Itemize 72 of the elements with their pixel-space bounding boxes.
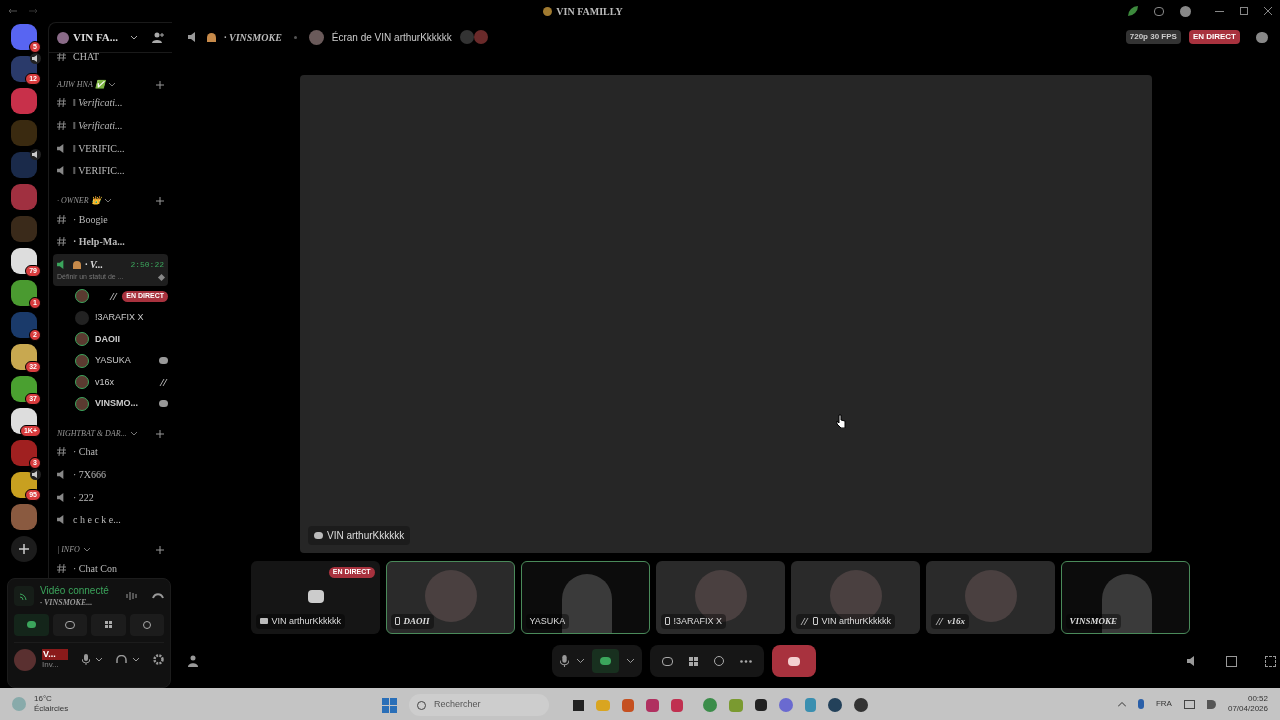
elapsed-time: 2:50:22 — [130, 258, 164, 271]
user-status: Inv... — [42, 660, 60, 671]
channel-name: · Boogie — [73, 212, 108, 227]
voice-user[interactable]: VINSMO... — [53, 393, 168, 415]
language-indicator[interactable]: FRA — [1155, 698, 1172, 710]
participant-tile[interactable]: VINSMOKE — [1060, 561, 1190, 634]
streamer-name: VIN arthurKkkkkk — [327, 529, 405, 543]
channel-name: · Chat — [73, 445, 98, 460]
channel-name: · Help-Ma... — [73, 235, 125, 250]
channel-item[interactable]: · Chat Con — [53, 557, 168, 580]
temperature: 16°C — [34, 694, 53, 704]
participant-name: VIN arthurKkkkkk — [821, 614, 892, 628]
category-header[interactable]: NIGHTBAT & DAR... — [57, 427, 127, 440]
window-title: VIN FAMILLY — [556, 4, 623, 19]
stream-view[interactable]: VIN arthurKkkkkk — [300, 75, 1152, 553]
participant-tile[interactable]: DAOII — [385, 561, 515, 634]
channel-item[interactable]: c h e c k e... — [53, 508, 168, 532]
channel-item[interactable]: · Help-Ma... — [53, 230, 168, 254]
channel-name: · Chat Con — [73, 561, 117, 576]
channel-name: ‖ Verificati... — [73, 96, 123, 111]
channel-name: ‖ VERIFIC... — [73, 141, 125, 156]
voice-user[interactable]: v16x — [53, 371, 168, 394]
channel-item[interactable]: CHAT — [53, 53, 168, 68]
participant-name: YASUKA — [529, 614, 566, 628]
channel-item[interactable]: · 7X666 — [53, 463, 168, 486]
channel-name: ‖ Verificati... — [73, 119, 123, 133]
participant-name: DAOII — [403, 614, 430, 628]
participant-name: VINSMOKE — [1069, 614, 1118, 628]
voice-user[interactable]: !3ARAFIX X — [53, 307, 168, 329]
participant-tile[interactable]: VIN arthurKkkkkk — [790, 561, 920, 634]
channel-item[interactable]: · 222 — [53, 485, 168, 509]
category-header[interactable]: · OWNER 👑 — [57, 194, 101, 207]
voice-user[interactable]: DAOII — [53, 328, 168, 351]
participant-name: v16x — [947, 614, 965, 628]
channel-name: · 222 — [73, 490, 94, 505]
channel-item[interactable]: ‖ Verificati... — [53, 91, 168, 115]
clock-date[interactable]: 07/04/2026 — [1227, 704, 1268, 714]
voice-user[interactable]: YASUKA — [53, 350, 168, 372]
channel-name: · V... — [85, 258, 103, 273]
user-name: V... — [42, 648, 68, 661]
channel-name: CHAT — [73, 53, 100, 64]
channel-item[interactable]: ‖ VERIFIC... — [53, 159, 168, 182]
user-name: DAOII — [95, 332, 120, 346]
category-header[interactable]: AJIW HNA ✅ — [57, 78, 105, 91]
search-field[interactable]: Rechercher — [409, 694, 549, 716]
weather-condition: Éclaircies — [34, 704, 69, 714]
channel-item[interactable]: ‖ VERIFIC... — [53, 136, 168, 160]
stream-title: Écran de VIN arthurKkkkkk — [331, 30, 452, 45]
channel-item[interactable]: · Boogie — [53, 207, 168, 231]
user-name: YASUKA — [95, 354, 131, 368]
user-name: VINSMO... — [95, 397, 138, 411]
live-badge: EN DIRECT — [1188, 30, 1240, 44]
channel-name: · 7X666 — [73, 468, 107, 483]
voice-channel-name[interactable]: · VINSMOKE... — [40, 597, 109, 608]
clock-time[interactable]: 00:52 — [1247, 694, 1268, 704]
quality-badge: 720p 30 FPS — [1125, 30, 1181, 44]
channel-item[interactable]: · Chat — [53, 440, 168, 464]
channel-name: ‖ VERIFIC... — [73, 164, 125, 179]
channel-item[interactable]: ‖ Verificati... — [53, 114, 168, 137]
channel-name: c h e c k e... — [73, 513, 121, 528]
participant-name: !3ARAFIX X — [673, 614, 722, 628]
participant-tile[interactable]: !3ARAFIX X — [655, 561, 785, 634]
participant-tile[interactable]: YASUKA — [520, 561, 650, 634]
participant-tile[interactable]: v16x — [925, 561, 1055, 634]
search-input: Rechercher — [434, 698, 534, 712]
user-name: !3ARAFIX X — [95, 311, 144, 325]
channel-name: · VINSMOKE — [224, 30, 282, 45]
user-name: v16x — [95, 375, 114, 389]
server-name[interactable]: VIN FA... — [73, 29, 118, 46]
participant-name: VIN arthurKkkkkk — [271, 614, 342, 628]
category-header[interactable]: | INFO — [57, 544, 80, 557]
connection-status: Vidéo connecté — [40, 585, 109, 598]
